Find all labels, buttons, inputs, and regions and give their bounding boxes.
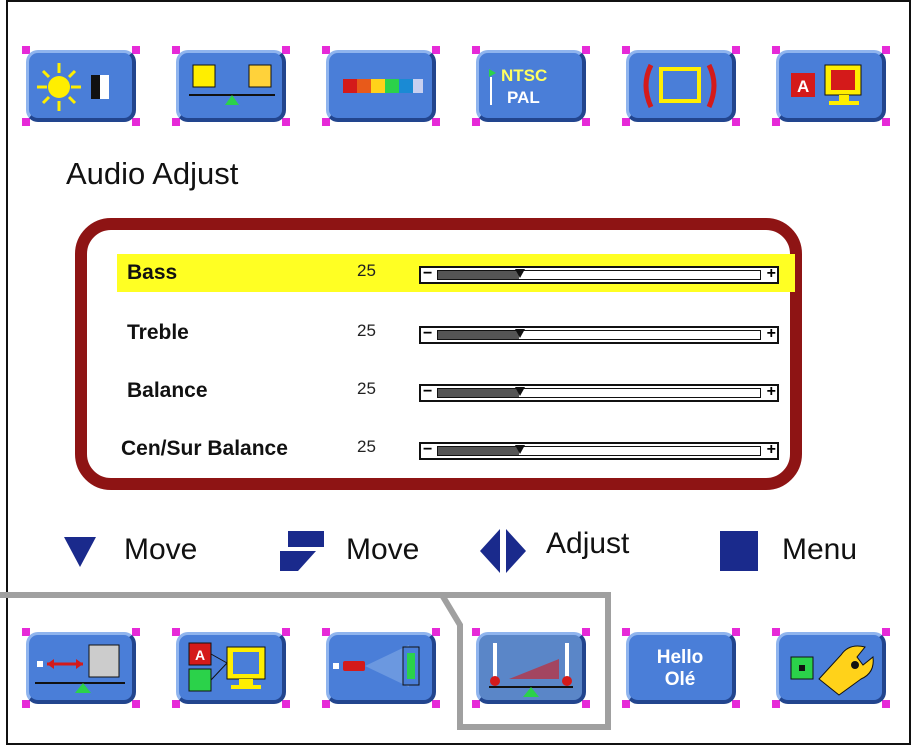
- ntsc-pal-tile[interactable]: NTSC PAL: [472, 46, 590, 126]
- remote-sensor-tile[interactable]: [322, 628, 440, 708]
- screen-size-icon: [643, 63, 717, 109]
- multi-input-tile[interactable]: A: [172, 628, 290, 708]
- down-arrow-icon: [64, 537, 96, 567]
- cen-sur-balance-slider[interactable]: − +: [419, 441, 779, 460]
- svg-text:NTSC: NTSC: [501, 66, 547, 85]
- svg-text:Hello: Hello: [657, 647, 703, 668]
- minus-icon: −: [423, 265, 433, 282]
- remote-sensor-icon: [333, 645, 420, 687]
- minus-icon: −: [423, 325, 433, 342]
- adjust-label: Adjust: [546, 527, 630, 560]
- ntsc-pal-icon: NTSC PAL: [489, 66, 547, 107]
- audio-adjust-tile[interactable]: [472, 628, 590, 708]
- move-label: Move: [124, 533, 198, 566]
- minus-icon: −: [423, 383, 433, 400]
- page-title: Audio Adjust: [66, 156, 239, 191]
- slider-knob-icon[interactable]: [514, 445, 525, 454]
- menu-square-icon: [720, 531, 758, 571]
- language-tile[interactable]: Hello Olé: [622, 628, 740, 708]
- treble-value: 25: [357, 321, 376, 340]
- brightness-contrast-tile[interactable]: [22, 46, 140, 126]
- page-move-icon: [280, 531, 324, 571]
- plus-icon: +: [766, 383, 776, 400]
- color-balance-icon: [189, 64, 275, 105]
- tools-tile[interactable]: [772, 628, 890, 708]
- cen-sur-balance-label: Cen/Sur Balance: [121, 437, 288, 460]
- bass-slider[interactable]: − +: [419, 265, 779, 284]
- treble-label: Treble: [127, 321, 189, 344]
- slider-knob-icon[interactable]: [514, 387, 525, 396]
- balance-slider[interactable]: − +: [419, 383, 779, 402]
- color-bars-icon: [343, 79, 423, 93]
- audio-adjust-icon: [489, 643, 573, 697]
- bass-value: 25: [357, 261, 376, 280]
- bass-label: Bass: [127, 261, 178, 284]
- brightness-contrast-icon: [37, 63, 109, 111]
- balance-label: Balance: [127, 379, 208, 402]
- menu-label: Menu: [782, 533, 858, 566]
- svg-text:PAL: PAL: [507, 88, 540, 107]
- move-label-2: Move: [346, 533, 420, 566]
- balance-value: 25: [357, 379, 376, 398]
- plus-icon: +: [766, 265, 776, 282]
- left-right-arrow-icon: [480, 529, 526, 573]
- svg-text:A: A: [195, 647, 205, 663]
- audio-settings-panel: Bass 25 − + Treble 25 − + Balance 25 − +…: [75, 218, 802, 490]
- tools-icon: [790, 645, 874, 696]
- svg-text:A: A: [797, 77, 809, 96]
- screen-size-tile[interactable]: [622, 46, 740, 126]
- slider-knob-icon[interactable]: [514, 329, 525, 338]
- cen-sur-balance-row[interactable]: Cen/Sur Balance 25 − +: [117, 430, 795, 468]
- input-source-icon: A: [791, 64, 862, 105]
- treble-slider[interactable]: − +: [419, 325, 779, 344]
- minus-icon: −: [423, 441, 433, 458]
- cen-sur-balance-value: 25: [357, 437, 376, 456]
- color-balance-tile[interactable]: [172, 46, 290, 126]
- language-icon: Hello Olé: [657, 647, 703, 690]
- balance-row[interactable]: Balance 25 − +: [117, 372, 795, 410]
- svg-text:Olé: Olé: [665, 669, 696, 690]
- treble-row[interactable]: Treble 25 − +: [117, 314, 795, 352]
- plus-icon: +: [766, 325, 776, 342]
- image-position-icon: [35, 644, 125, 693]
- slider-knob-icon[interactable]: [514, 269, 525, 278]
- input-source-tile[interactable]: A: [772, 46, 890, 126]
- bass-row[interactable]: Bass 25 − +: [117, 254, 795, 292]
- plus-icon: +: [766, 441, 776, 458]
- multi-input-icon: A: [188, 642, 266, 692]
- image-position-tile[interactable]: [22, 628, 140, 708]
- color-bars-tile[interactable]: [322, 46, 440, 126]
